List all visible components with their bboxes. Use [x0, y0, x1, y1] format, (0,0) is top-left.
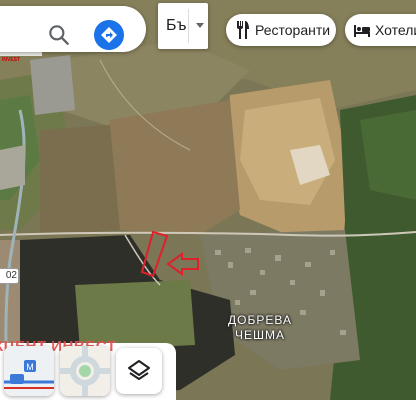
logo-subtext: INVEST — [2, 57, 21, 63]
language-select[interactable]: Бъ — [158, 3, 208, 49]
chip-restaurants[interactable]: Ресторанти — [226, 14, 336, 46]
transit-layer-tile[interactable]: M — [4, 346, 54, 396]
road-shield: 02 — [0, 268, 19, 284]
transit-icon: M — [4, 346, 54, 396]
place-label[interactable]: ДОБРЕВА ЧЕШМА — [228, 313, 292, 343]
layers-icon — [128, 360, 150, 380]
divider — [188, 9, 189, 43]
directions-icon — [101, 27, 117, 43]
place-label-line1: ДОБРЕВА — [228, 313, 292, 327]
place-label-line2: ЧЕШМА — [234, 328, 285, 342]
restaurant-icon — [237, 21, 249, 39]
layers-button[interactable] — [116, 348, 162, 394]
search-bar[interactable] — [0, 6, 146, 52]
directions-button[interactable] — [94, 20, 124, 50]
hotel-icon — [354, 25, 370, 37]
svg-text:M: M — [26, 362, 34, 372]
traffic-layer-tile[interactable] — [60, 346, 110, 396]
chip-label: Ресторанти — [255, 22, 331, 38]
search-icon[interactable] — [46, 22, 72, 48]
chip-hotels[interactable]: Хотели — [345, 14, 416, 46]
chevron-down-icon — [196, 23, 204, 28]
chip-label: Хотели — [375, 22, 416, 38]
language-value: Бъ — [166, 17, 187, 34]
roundabout-icon — [60, 346, 110, 396]
